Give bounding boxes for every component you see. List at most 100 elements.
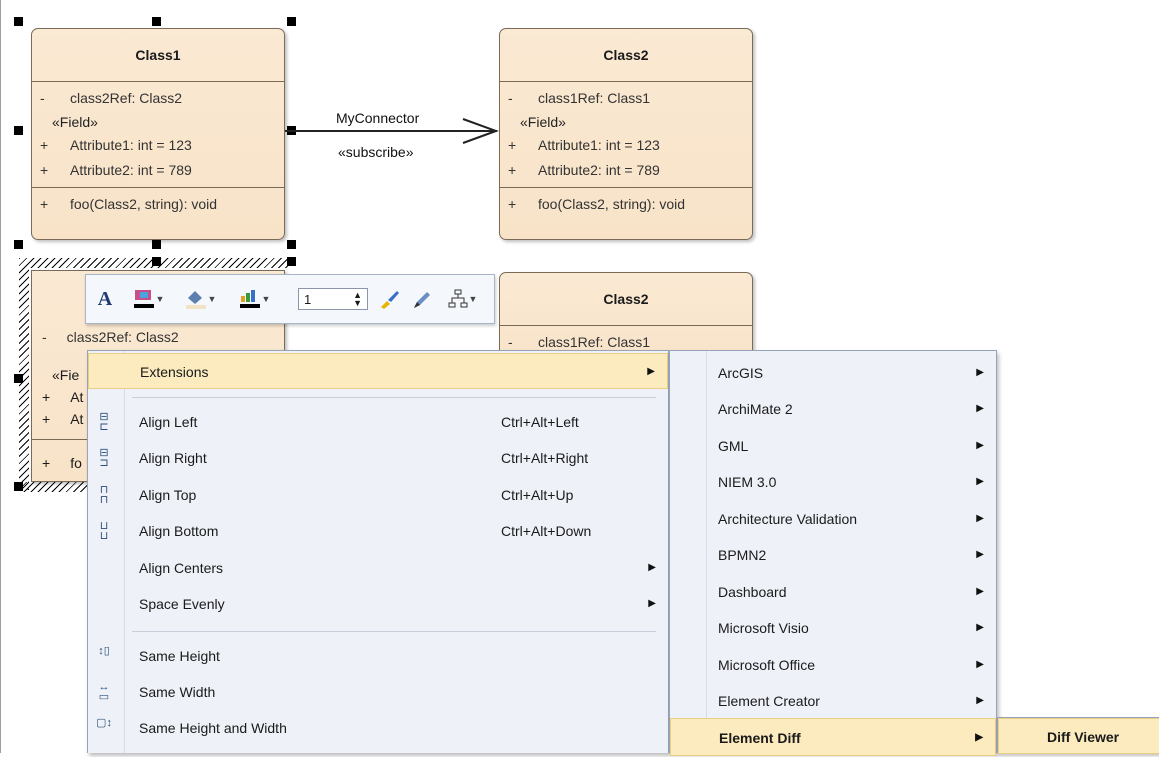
chevron-down-icon: ▼ <box>261 294 271 304</box>
menu-item-label: Same Height <box>139 648 220 664</box>
menu-item-shortcut: Ctrl+Alt+Up <box>501 487 574 503</box>
menu-item-label: Space Evenly <box>139 596 225 612</box>
chevron-down-icon: ▼ <box>207 294 217 304</box>
connector-stereotype-label[interactable]: «subscribe» <box>338 144 414 160</box>
fill-color-button[interactable]: ▼ <box>178 285 222 313</box>
font-icon[interactable]: A <box>94 285 116 313</box>
element-diff-submenu: Diff Viewer <box>997 717 1159 754</box>
attribute-row[interactable]: + At <box>42 411 83 427</box>
menu-item-align-right[interactable]: ⊟ ⊐ Align Right Ctrl+Alt+Right <box>88 440 668 476</box>
font-color-icon <box>133 290 154 308</box>
submenu-arrow-icon: ▶ <box>648 562 656 573</box>
line-color-button[interactable]: ▼ <box>232 285 276 313</box>
attribute-row[interactable]: - class2Ref: Class2 <box>32 86 284 111</box>
visibility-marker: - <box>40 90 45 106</box>
submenu-arrow-icon: ▶ <box>976 695 984 706</box>
menu-item-label: Architecture Validation <box>718 511 858 527</box>
menu-item-same-width[interactable]: ↔ ▭ Same Width <box>88 674 668 710</box>
menu-item-dashboard[interactable]: Dashboard ▶ <box>670 574 996 610</box>
attribute-row[interactable]: - class2Ref: Class2 <box>42 329 179 345</box>
attribute-row[interactable]: + At <box>42 389 83 405</box>
menu-item-diff-viewer[interactable]: Diff Viewer <box>998 718 1159 754</box>
stereotype-label: «Fie <box>52 367 80 383</box>
menu-item-label: Align Top <box>139 487 197 503</box>
operation-row[interactable]: + foo(Class2, string): void <box>500 192 752 217</box>
menu-item-label: Align Bottom <box>139 523 219 539</box>
menu-item-label: Same Height and Width <box>139 720 287 736</box>
chevron-down-icon: ▼ <box>468 294 478 304</box>
resize-handle[interactable] <box>287 17 296 26</box>
resize-handle[interactable] <box>14 17 23 26</box>
attribute-row[interactable]: - class1Ref: Class1 <box>500 86 752 111</box>
font-color-button[interactable]: ▼ <box>126 285 170 313</box>
menu-item-label: Element Diff <box>719 730 801 746</box>
line-width-spinner[interactable]: 1 ▲ ▼ <box>298 288 368 310</box>
resize-handle[interactable] <box>152 17 161 26</box>
line-width-value: 1 <box>304 291 312 307</box>
menu-item-label: GML <box>718 438 749 454</box>
menu-separator <box>132 397 656 398</box>
menu-item-same-height-and-width[interactable]: ▢↕ Same Height and Width <box>88 710 668 746</box>
layout-button[interactable]: ▼ <box>442 285 482 313</box>
resize-handle[interactable] <box>14 126 23 135</box>
submenu-arrow-icon: ▶ <box>976 622 984 633</box>
operation-text: foo(Class2, string): void <box>70 196 218 212</box>
menu-item-niem-3[interactable]: NIEM 3.0 ▶ <box>670 464 996 500</box>
attribute-text: class2Ref: Class2 <box>66 329 179 345</box>
format-toolbar: A ▼ ▼ ▼ 1 ▲ ▼ ▼ <box>85 274 495 324</box>
resize-handle[interactable] <box>14 374 23 383</box>
menu-item-arcgis[interactable]: ArcGIS ▶ <box>670 355 996 391</box>
resize-handle[interactable] <box>14 482 23 491</box>
align-left-icon: ⊟ ⊏ <box>99 411 109 433</box>
menu-item-architecture-validation[interactable]: Architecture Validation ▶ <box>670 501 996 537</box>
resize-handle[interactable] <box>14 240 23 249</box>
menu-item-label: Microsoft Office <box>718 657 815 673</box>
menu-item-extensions[interactable]: Extensions ▶ <box>88 353 668 389</box>
spinner-arrows-icon[interactable]: ▲ ▼ <box>353 291 362 308</box>
diagram-canvas[interactable]: Class1 - class2Ref: Class2 «Field» + Attri… <box>0 0 1159 756</box>
attribute-row[interactable]: + Attribute2: int = 789 <box>500 158 752 183</box>
fill-color-icon <box>185 291 206 309</box>
visibility-marker: + <box>42 411 51 427</box>
submenu-arrow-icon: ▶ <box>648 598 656 609</box>
menu-item-microsoft-office[interactable]: Microsoft Office ▶ <box>670 647 996 683</box>
menu-item-space-evenly[interactable]: Space Evenly ▶ <box>88 586 668 622</box>
resize-handle[interactable] <box>152 257 161 266</box>
submenu-arrow-icon: ▶ <box>976 440 984 451</box>
menu-item-archimate-2[interactable]: ArchiMate 2 ▶ <box>670 391 996 427</box>
menu-item-element-diff[interactable]: Element Diff ▶ <box>670 718 996 756</box>
menu-item-label: Same Width <box>139 684 216 700</box>
menu-item-align-top[interactable]: ⊓ ⊓ Align Top Ctrl+Alt+Up <box>88 477 668 513</box>
menu-item-gml[interactable]: GML ▶ <box>670 428 996 464</box>
class-element-class2[interactable]: Class2 - class1Ref: Class1 «Field» + Attri… <box>499 28 753 240</box>
menu-item-label: BPMN2 <box>718 547 767 563</box>
attribute-row[interactable]: + Attribute2: int = 789 <box>32 158 284 183</box>
connector-name-label[interactable]: MyConnector <box>336 110 419 126</box>
brush-icon[interactable] <box>376 285 404 313</box>
attribute-text: class1Ref: Class1 <box>538 90 651 106</box>
menu-item-align-left[interactable]: ⊟ ⊏ Align Left Ctrl+Alt+Left <box>88 404 668 440</box>
attribute-row[interactable]: + Attribute1: int = 123 <box>32 133 284 158</box>
resize-handle[interactable] <box>287 257 296 266</box>
attribute-text: Attribute1: int = 123 <box>70 137 192 153</box>
menu-item-element-creator[interactable]: Element Creator ▶ <box>670 683 996 719</box>
resize-handle[interactable] <box>287 240 296 249</box>
pen-icon[interactable] <box>408 285 436 313</box>
menu-item-same-height[interactable]: ↕▯ Same Height <box>88 638 668 674</box>
menu-separator <box>132 631 656 632</box>
visibility-marker: - <box>42 329 47 345</box>
attribute-text: At <box>70 411 84 427</box>
attribute-text: class1Ref: Class1 <box>538 334 651 350</box>
same-size-icon: ▢↕ <box>96 717 112 729</box>
menu-item-bpmn2[interactable]: BPMN2 ▶ <box>670 537 996 573</box>
operation-row[interactable]: + foo(Class2, string): void <box>32 192 284 217</box>
class-element-class1[interactable]: Class1 - class2Ref: Class2 «Field» + Attri… <box>31 28 285 240</box>
operation-row[interactable]: + fo <box>42 455 82 471</box>
attribute-row[interactable]: + Attribute1: int = 123 <box>500 133 752 158</box>
resize-handle[interactable] <box>152 240 161 249</box>
menu-item-align-bottom[interactable]: ⊔ ⊔ Align Bottom Ctrl+Alt+Down <box>88 513 668 549</box>
menu-item-align-centers[interactable]: Align Centers ▶ <box>88 550 668 586</box>
menu-item-label: ArchiMate 2 <box>718 401 793 417</box>
attributes-compartment: - class1Ref: Class1 «Field» + Attribute1: … <box>500 82 752 188</box>
menu-item-microsoft-visio[interactable]: Microsoft Visio ▶ <box>670 610 996 646</box>
